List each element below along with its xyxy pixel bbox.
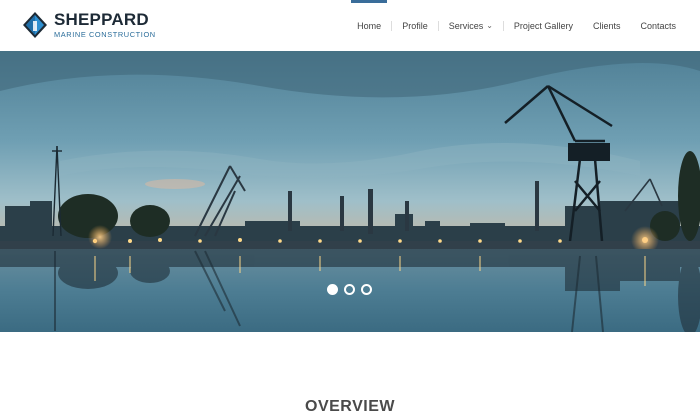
chevron-down-icon: ⌄ <box>486 21 493 30</box>
nav-profile[interactable]: Profile <box>392 0 438 51</box>
slider-pagination <box>327 284 372 295</box>
nav-clients[interactable]: Clients <box>583 0 631 51</box>
logo-diamond-icon <box>23 12 47 38</box>
brand-subtitle: MARINE CONSTRUCTION <box>54 30 156 40</box>
nav-contacts[interactable]: Contacts <box>630 0 686 51</box>
slider-dot-1[interactable] <box>327 284 338 295</box>
nav-project-gallery-label: Project Gallery <box>513 20 573 31</box>
nav-clients-label: Clients <box>592 20 621 31</box>
nav-services[interactable]: Services ⌄ <box>439 0 503 51</box>
overview-heading: OVERVIEW <box>305 398 395 414</box>
slider-dot-3[interactable] <box>361 284 372 295</box>
overview-section: OVERVIEW <box>0 332 700 414</box>
nav-contacts-label: Contacts <box>640 20 676 31</box>
nav-home[interactable]: Home <box>347 0 391 51</box>
brand-name: SHEPPARD <box>54 10 149 30</box>
main-nav: Home Profile Services ⌄ Project Gallery … <box>347 0 686 51</box>
slider-dot-2[interactable] <box>344 284 355 295</box>
site-header: SHEPPARD MARINE CONSTRUCTION Home Profil… <box>0 0 700 51</box>
nav-project-gallery[interactable]: Project Gallery <box>504 0 583 51</box>
hero-slider <box>0 51 700 332</box>
nav-home-label: Home <box>357 20 382 31</box>
brand-logo[interactable]: SHEPPARD MARINE CONSTRUCTION <box>22 10 156 40</box>
nav-profile-label: Profile <box>402 20 428 31</box>
nav-services-label: Services <box>448 20 484 31</box>
